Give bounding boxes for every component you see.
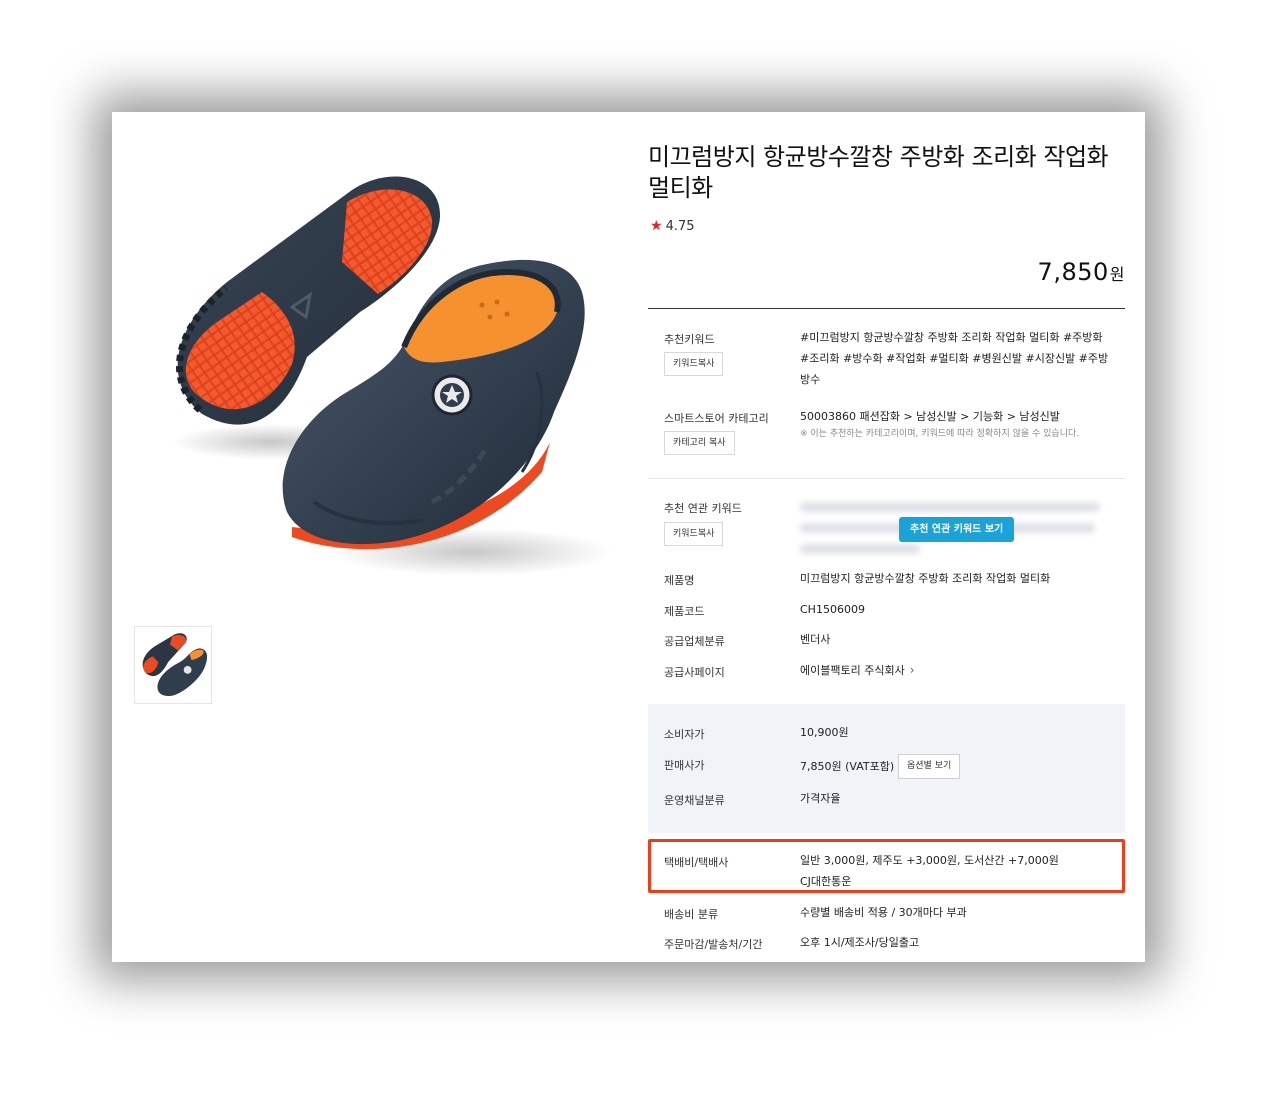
product-title: 미끄럼방지 항균방수깔창 주방화 조리화 작업화 멀티화: [648, 143, 1109, 202]
price-unit: 원: [1109, 265, 1125, 284]
shipping-fee-label: 택배비/택배사: [664, 856, 729, 869]
chevron-right-icon[interactable]: ›: [910, 663, 915, 677]
courier-name: CJ대한통운: [800, 875, 852, 888]
category-value: 50003860 패션잡화 > 남성신발 > 기능화 > 남성신발 ※ 이는 추…: [800, 406, 1110, 441]
channel-value: 가격자율: [800, 792, 841, 805]
supplier-page-link[interactable]: 에이블팩토리 주식회사 ›: [800, 660, 1110, 681]
product-name-value: 미끄럼방지 항균방수깔창 주방화 조리화 작업화 멀티화: [800, 572, 1051, 585]
category-note: ※ 이는 추천하는 카테고리이며, 키워드에 따라 정확하지 않을 수 있습니다…: [800, 429, 1080, 439]
category-path: 50003860 패션잡화 > 남성신발 > 기능화 > 남성신발: [800, 410, 1060, 423]
shipping-fee-text: 일반 3,000원, 제주도 +3,000원, 도서산간 +7,000원: [800, 854, 1059, 867]
product-code-value: CH1506009: [800, 603, 865, 616]
view-related-keywords-button[interactable]: 추천 연관 키워드 보기: [899, 517, 1015, 542]
consumer-price-value: 10,900원: [800, 726, 849, 739]
product-main-image: [172, 176, 612, 576]
copy-keywords-button[interactable]: 키워드복사: [664, 352, 724, 376]
keywords-label: 추천키워드: [664, 333, 715, 346]
view-options-button[interactable]: 옵션별 보기: [898, 754, 961, 779]
price-divider: [648, 308, 1125, 309]
product-code-label: 제품코드: [664, 605, 705, 618]
product-rating: ★ 4.75: [650, 218, 695, 234]
keywords-value: #미끄럼방지 항균방수깔창 주방화 조리화 작업화 멀티화 #주방화 #조리화 …: [800, 331, 1109, 386]
shipping-class-label: 배송비 분류: [664, 908, 719, 921]
category-label: 스마트스토어 카테고리: [664, 412, 769, 425]
rating-value: 4.75: [665, 218, 695, 234]
shipping-class-value: 수량별 배송비 적용 / 30개마다 부과: [800, 906, 967, 919]
product-name-label: 제품명: [664, 574, 695, 587]
order-deadline-label: 주문마감/발송처/기간: [664, 938, 763, 951]
product-price: 7,850원: [1038, 258, 1125, 286]
sale-price-value: 7,850원 (VAT포함): [800, 760, 895, 773]
supplier-type-value: 벤더사: [800, 633, 831, 646]
product-detail-card: 미끄럼방지 항균방수깔창 주방화 조리화 작업화 멀티화 ★ 4.75 7,85…: [112, 112, 1145, 962]
order-deadline-value: 오후 1시/제조사/당일출고: [800, 936, 920, 949]
consumer-price-label: 소비자가: [664, 728, 705, 741]
supplier-page-label: 공급사페이지: [664, 666, 725, 679]
copy-related-keywords-button[interactable]: 키워드복사: [664, 522, 724, 546]
channel-label: 운영채널분류: [664, 794, 725, 807]
supplier-type-label: 공급업체분류: [664, 635, 725, 648]
sale-price-label: 판매사가: [664, 759, 705, 772]
screenshot-stage: 미끄럼방지 항균방수깔창 주방화 조리화 작업화 멀티화 ★ 4.75 7,85…: [0, 0, 1287, 1104]
star-icon: ★: [650, 218, 663, 234]
supplier-page-name[interactable]: 에이블팩토리 주식회사: [800, 664, 905, 677]
copy-category-button[interactable]: 카테고리 복사: [664, 431, 735, 455]
section-divider: [648, 478, 1125, 479]
shipping-fee-value: 일반 3,000원, 제주도 +3,000원, 도서산간 +7,000원 CJ대…: [800, 850, 1110, 892]
price-value: 7,850: [1037, 258, 1109, 286]
related-keywords-label: 추천 연관 키워드: [664, 502, 742, 515]
product-thumbnail[interactable]: [134, 626, 212, 704]
